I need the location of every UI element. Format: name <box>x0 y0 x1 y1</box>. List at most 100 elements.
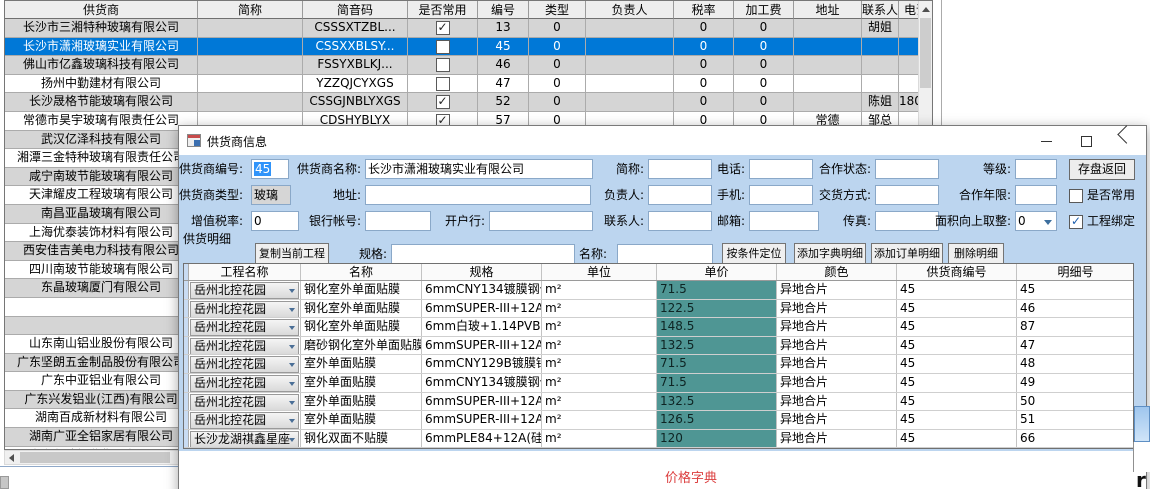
project-combobox[interactable]: 岳州北控花园 <box>190 319 299 336</box>
scroll-left-icon[interactable] <box>9 454 14 462</box>
grid-row[interactable]: 岳州北控花园磨砂钢化室外单面贴膜6mmSUPER-III+12A(硅...m²1… <box>184 337 1133 356</box>
project-combobox[interactable]: 岳州北控花园 <box>190 412 299 429</box>
table-row[interactable]: 扬州中勤建材有限公司YZZQJCYXGS47000 <box>5 75 932 94</box>
cell-spec[interactable]: 6mmSUPER-III+12A(硅... <box>422 411 542 429</box>
cell-color[interactable]: 异地合片 <box>777 281 897 299</box>
common-checkbox[interactable] <box>436 95 450 109</box>
chevron-down-icon[interactable] <box>1044 220 1052 225</box>
cell-name[interactable]: 室外单面贴膜 <box>301 355 422 373</box>
grid-column-header-price[interactable]: 单价 <box>657 264 777 280</box>
table-row[interactable]: 佛山市亿鑫玻璃科技有限公司FSSYXBLKJ...46000 <box>5 56 932 75</box>
scrollbar-thumb[interactable] <box>20 452 170 463</box>
column-header-common[interactable]: 是否常用 <box>408 1 478 19</box>
dialog-titlebar[interactable]: 供货商信息 <box>179 126 1146 155</box>
bank-input[interactable] <box>489 211 593 231</box>
common-use-checkbox[interactable]: 是否常用 <box>1069 187 1135 207</box>
cell-unit[interactable]: m² <box>542 355 657 373</box>
project-combobox[interactable]: 岳州北控花园 <box>190 356 299 373</box>
cell-unit[interactable]: m² <box>542 374 657 392</box>
copy-project-button[interactable]: 复制当前工程 <box>255 243 329 265</box>
cell-price[interactable]: 132.5 <box>657 393 777 411</box>
cell-spec[interactable]: 6mmPLE84+12A(硅酮胶... <box>422 430 542 448</box>
coop-years-input[interactable] <box>1015 185 1057 205</box>
column-header-manager[interactable]: 负责人 <box>586 1 674 19</box>
project-bind-checkbox[interactable]: 工程绑定 <box>1069 213 1135 233</box>
cell-supplier-id[interactable]: 45 <box>897 393 1017 411</box>
cell-price[interactable]: 148.5 <box>657 318 777 336</box>
cell-price[interactable]: 122.5 <box>657 300 777 318</box>
project-combobox[interactable]: 岳州北控花园 <box>190 394 299 411</box>
cell-name[interactable]: 磨砂钢化室外单面贴膜 <box>301 337 422 355</box>
common-checkbox[interactable] <box>436 58 450 72</box>
table-row[interactable]: 长沙市三湘特种玻璃有限公司CSSSXTZBL...13000胡姐 <box>5 19 932 38</box>
area-round-combobox[interactable]: 0 <box>1015 211 1057 231</box>
checkbox-icon[interactable] <box>1069 189 1083 203</box>
cell-name[interactable]: 钢化室外单面贴膜 <box>301 281 422 299</box>
cell-name[interactable]: 室外单面贴膜 <box>301 393 422 411</box>
grid-column-header-supplier-id[interactable]: 供货商编号 <box>897 264 1017 280</box>
column-header-fee[interactable]: 加工费 <box>734 1 794 19</box>
phone-input[interactable] <box>749 159 813 179</box>
contact-input[interactable] <box>648 211 712 231</box>
cell-spec[interactable]: 6mmSUPER-III+12A(硅... <box>422 300 542 318</box>
cell-detail-id[interactable]: 66 <box>1017 430 1133 448</box>
cell-color[interactable]: 异地合片 <box>777 355 897 373</box>
fax-input[interactable] <box>875 211 939 231</box>
project-combobox[interactable]: 岳州北控花园 <box>190 301 299 318</box>
column-header-supplier[interactable]: 供货商 <box>5 1 198 19</box>
cell-spec[interactable]: 6mmSUPER-III+12A(硅... <box>422 393 542 411</box>
column-header-tax[interactable]: 税率 <box>674 1 734 19</box>
minimize-icon[interactable] <box>1026 126 1066 155</box>
column-header-type[interactable]: 类型 <box>529 1 586 19</box>
cell-color[interactable]: 异地合片 <box>777 393 897 411</box>
grid-row[interactable]: 长沙龙湖祺鑫星座钢化双面不贴膜6mmPLE84+12A(硅酮胶...m²120异… <box>184 430 1133 449</box>
locate-button[interactable]: 按条件定位 <box>722 243 786 265</box>
cell-unit[interactable]: m² <box>542 318 657 336</box>
cell-price[interactable]: 71.5 <box>657 374 777 392</box>
cell-unit[interactable]: m² <box>542 337 657 355</box>
common-checkbox[interactable] <box>436 77 450 91</box>
cell-detail-id[interactable]: 48 <box>1017 355 1133 373</box>
cell-unit[interactable]: m² <box>542 300 657 318</box>
cell-price[interactable]: 120 <box>657 430 777 448</box>
save-return-button[interactable]: 存盘返回 <box>1069 159 1135 180</box>
cell-supplier-id[interactable]: 45 <box>897 374 1017 392</box>
name-filter-input[interactable] <box>617 244 713 264</box>
cell-name[interactable]: 室外单面贴膜 <box>301 411 422 429</box>
cell-supplier-id[interactable]: 45 <box>897 281 1017 299</box>
cell-supplier-id[interactable]: 45 <box>897 430 1017 448</box>
cell-spec[interactable]: 6mmCNY134镀膜钢化 <box>422 281 542 299</box>
mobile-input[interactable] <box>749 185 813 205</box>
grade-input[interactable] <box>1015 159 1057 179</box>
grid-column-header-color[interactable]: 颜色 <box>777 264 897 280</box>
add-order-detail-button[interactable]: 添加订单明细 <box>871 243 943 265</box>
cell-detail-id[interactable]: 51 <box>1017 411 1133 429</box>
cell-unit[interactable]: m² <box>542 430 657 448</box>
project-combobox[interactable]: 长沙龙湖祺鑫星座 <box>190 431 299 448</box>
checkbox-icon[interactable] <box>1069 215 1083 229</box>
table-row[interactable]: 长沙晟格节能玻璃有限公司CSSGJNBLYXGS52000陈姐180751 <box>5 93 932 112</box>
grid-column-header-unit[interactable]: 单位 <box>542 264 657 280</box>
grid-row[interactable]: 岳州北控花园钢化室外单面贴膜6mmSUPER-III+12A(硅...m²122… <box>184 300 1133 319</box>
cell-color[interactable]: 异地合片 <box>777 300 897 318</box>
cell-spec[interactable]: 6mmSUPER-III+12A(硅... <box>422 337 542 355</box>
email-input[interactable] <box>749 211 819 231</box>
column-header-id[interactable]: 编号 <box>478 1 529 19</box>
grid-row[interactable]: 岳州北控花园钢化室外单面贴膜6mmCNY134镀膜钢化m²71.5异地合片454… <box>184 281 1133 300</box>
cell-supplier-id[interactable]: 45 <box>897 318 1017 336</box>
cell-color[interactable]: 异地合片 <box>777 411 897 429</box>
grid-column-header-spec[interactable]: 规格 <box>422 264 542 280</box>
cell-color[interactable]: 异地合片 <box>777 430 897 448</box>
project-combobox[interactable]: 岳州北控花园 <box>190 282 299 299</box>
cell-price[interactable]: 132.5 <box>657 337 777 355</box>
cell-color[interactable]: 异地合片 <box>777 374 897 392</box>
cell-name[interactable]: 钢化室外单面贴膜 <box>301 300 422 318</box>
cell-name[interactable]: 钢化双面不贴膜 <box>301 430 422 448</box>
bank-account-input[interactable] <box>365 211 431 231</box>
cell-unit[interactable]: m² <box>542 411 657 429</box>
cell-color[interactable]: 异地合片 <box>777 318 897 336</box>
common-checkbox[interactable] <box>436 40 450 54</box>
delivery-input[interactable] <box>875 185 939 205</box>
cell-detail-id[interactable]: 47 <box>1017 337 1133 355</box>
column-header-code[interactable]: 简音码 <box>303 1 408 19</box>
